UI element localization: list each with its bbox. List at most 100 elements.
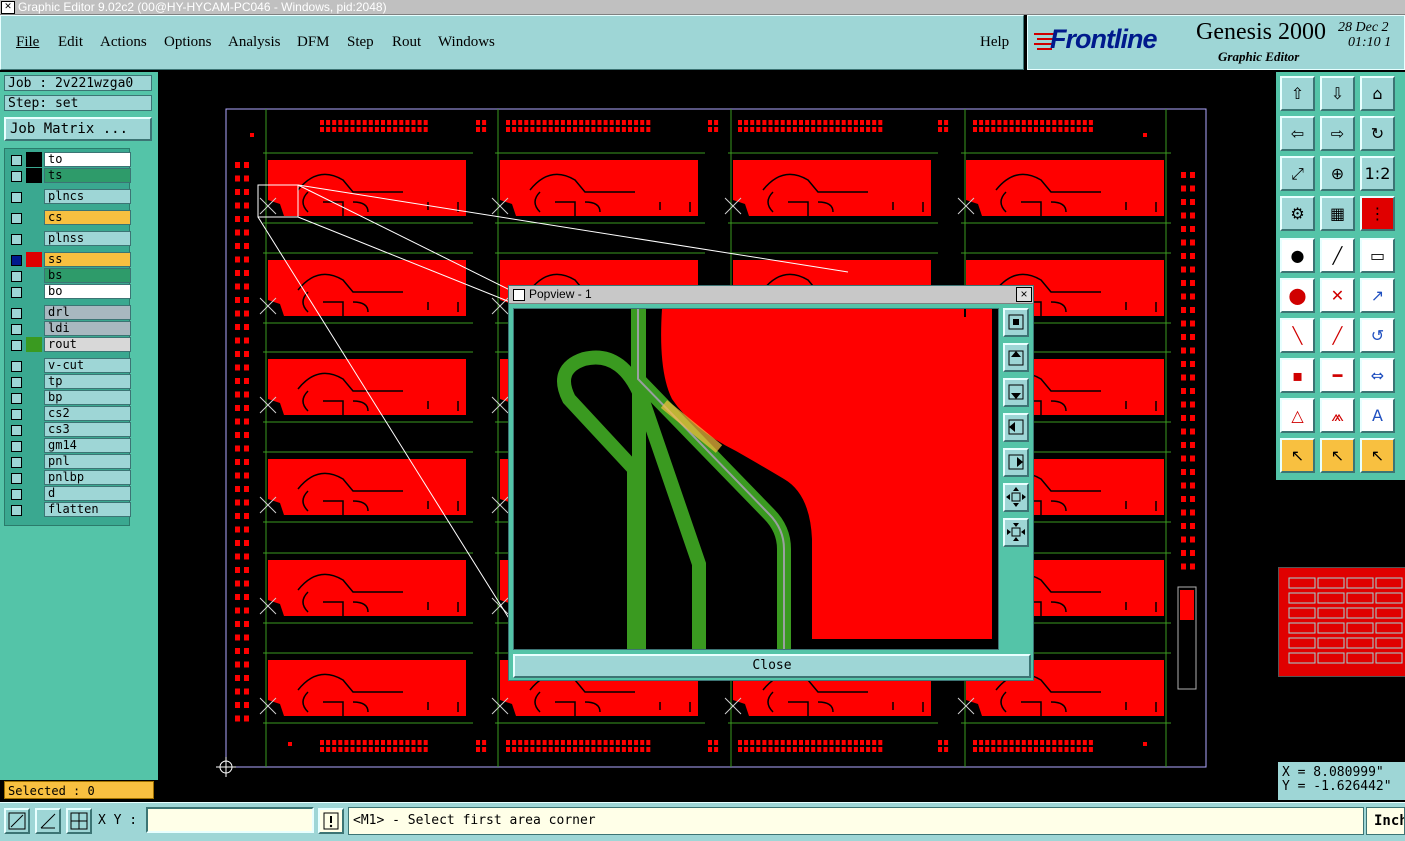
layer-row[interactable]: plncs: [8, 189, 131, 204]
select-point-icon[interactable]: ●: [1280, 238, 1315, 273]
layer-row[interactable]: ts: [8, 168, 131, 183]
layer-name[interactable]: cs3: [44, 422, 131, 437]
layer-name[interactable]: ss: [44, 252, 131, 267]
menu-step[interactable]: Step: [347, 34, 374, 51]
popview-pan-left-icon[interactable]: [1003, 413, 1029, 442]
layer-checkbox[interactable]: [11, 155, 22, 166]
layer-checkbox[interactable]: [11, 489, 22, 500]
tool-settings-icon[interactable]: ⚙: [1280, 196, 1315, 231]
home-icon[interactable]: ⌂: [1360, 76, 1395, 111]
layer-checkbox[interactable]: [11, 361, 22, 372]
layer-name[interactable]: ts: [44, 168, 131, 183]
layer-row[interactable]: rout: [8, 337, 131, 352]
layer-row[interactable]: plnss: [8, 231, 131, 246]
rotate-icon[interactable]: ↺: [1360, 318, 1395, 353]
app-icon[interactable]: ✕: [1, 1, 15, 14]
layer-checkbox[interactable]: [11, 457, 22, 468]
layer-stack-icon[interactable]: ⋮: [1360, 196, 1395, 231]
menu-windows[interactable]: Windows: [438, 34, 495, 51]
layer-checkbox[interactable]: [11, 377, 22, 388]
layer-name[interactable]: bs: [44, 268, 131, 283]
font-triangle-icon[interactable]: A: [1360, 398, 1395, 433]
layer-checkbox[interactable]: [11, 473, 22, 484]
overview-map[interactable]: [1279, 568, 1405, 676]
layer-checkbox[interactable]: [11, 505, 22, 516]
layer-name[interactable]: drl: [44, 305, 131, 320]
layer-row[interactable]: ldi: [8, 321, 131, 336]
layer-row[interactable]: pnl: [8, 454, 131, 469]
menu-options[interactable]: Options: [164, 34, 212, 51]
layer-checkbox[interactable]: [11, 192, 22, 203]
layer-color-swatch[interactable]: [26, 152, 42, 167]
layer-checkbox[interactable]: [11, 324, 22, 335]
layer-row[interactable]: cs3: [8, 422, 131, 437]
zoom-fit-icon[interactable]: ⤢: [1280, 156, 1315, 191]
popview-zoom-out-icon[interactable]: [1003, 518, 1029, 547]
menu-rout[interactable]: Rout: [392, 34, 421, 51]
layer-checkbox[interactable]: [11, 340, 22, 351]
layer-color-swatch[interactable]: [26, 337, 42, 352]
popview-zoom-in-icon[interactable]: [1003, 483, 1029, 512]
triangle-icon[interactable]: △: [1280, 398, 1315, 433]
snap-grid-icon[interactable]: [66, 808, 92, 834]
layer-name[interactable]: tp: [44, 374, 131, 389]
layer-row[interactable]: tp: [8, 374, 131, 389]
layer-row[interactable]: gm14: [8, 438, 131, 453]
measure-icon[interactable]: [35, 808, 61, 834]
pointer-edit-icon[interactable]: ↖: [1360, 438, 1395, 473]
popview-pan-up-icon[interactable]: [1003, 343, 1029, 372]
layer-row[interactable]: bo: [8, 284, 131, 299]
popview-pan-down-icon[interactable]: [1003, 378, 1029, 407]
pan-down-icon[interactable]: ⇩: [1320, 76, 1355, 111]
pan-right-icon[interactable]: ⇨: [1320, 116, 1355, 151]
layer-checkbox[interactable]: [11, 213, 22, 224]
layer-checkbox[interactable]: [11, 171, 22, 182]
layer-row[interactable]: pnlbp: [8, 470, 131, 485]
zoom-area-icon[interactable]: [4, 808, 30, 834]
layer-name[interactable]: cs: [44, 210, 131, 225]
units-indicator[interactable]: Inch: [1366, 807, 1405, 835]
layer-checkbox[interactable]: [11, 425, 22, 436]
layer-checkbox[interactable]: [11, 234, 22, 245]
menu-dfm[interactable]: DFM: [297, 34, 330, 51]
menu-actions[interactable]: Actions: [100, 34, 147, 51]
dimension-icon[interactable]: ⇔: [1360, 358, 1395, 393]
grid-icon[interactable]: ▦: [1320, 196, 1355, 231]
layer-row[interactable]: bs: [8, 268, 131, 283]
menu-help[interactable]: Help: [980, 34, 1009, 51]
alert-icon[interactable]: [318, 808, 344, 834]
pointer-select-icon[interactable]: ↖: [1320, 438, 1355, 473]
arc-triangle-icon[interactable]: ⩕: [1320, 398, 1355, 433]
close-button[interactable]: Close: [513, 654, 1031, 678]
layer-row[interactable]: drl: [8, 305, 131, 320]
layer-name[interactable]: to: [44, 152, 131, 167]
pan-up-icon[interactable]: ⇧: [1280, 76, 1315, 111]
copy-pads-icon[interactable]: ▪: [1280, 358, 1315, 393]
connect-nodes-icon[interactable]: ⬤: [1280, 278, 1315, 313]
popview-zoom-fit-icon[interactable]: [1003, 308, 1029, 337]
layer-checkbox[interactable]: [11, 271, 22, 282]
overview-thumbnail[interactable]: [1278, 567, 1405, 677]
pan-left-icon[interactable]: ⇦: [1280, 116, 1315, 151]
layer-row[interactable]: cs2: [8, 406, 131, 421]
layer-row[interactable]: bp: [8, 390, 131, 405]
layer-row[interactable]: cs: [8, 210, 131, 225]
draw-line-icon[interactable]: ╲: [1280, 318, 1315, 353]
layer-checkbox[interactable]: [11, 255, 22, 266]
menu-edit[interactable]: Edit: [58, 34, 83, 51]
layer-row[interactable]: ss: [8, 252, 131, 267]
popview-title-bar[interactable]: Popview - 1 ×: [509, 286, 1033, 304]
layer-checkbox[interactable]: [11, 393, 22, 404]
layer-checkbox[interactable]: [11, 441, 22, 452]
layer-name[interactable]: bo: [44, 284, 131, 299]
line-segment-icon[interactable]: ━: [1320, 358, 1355, 393]
move-point-icon[interactable]: ↗: [1360, 278, 1395, 313]
layer-name[interactable]: gm14: [44, 438, 131, 453]
menu-file[interactable]: File: [16, 34, 39, 51]
layer-row[interactable]: to: [8, 152, 131, 167]
layer-checkbox[interactable]: [11, 409, 22, 420]
layer-name[interactable]: plnss: [44, 231, 131, 246]
layer-name[interactable]: cs2: [44, 406, 131, 421]
zoom-center-icon[interactable]: ⊕: [1320, 156, 1355, 191]
layer-name[interactable]: bp: [44, 390, 131, 405]
